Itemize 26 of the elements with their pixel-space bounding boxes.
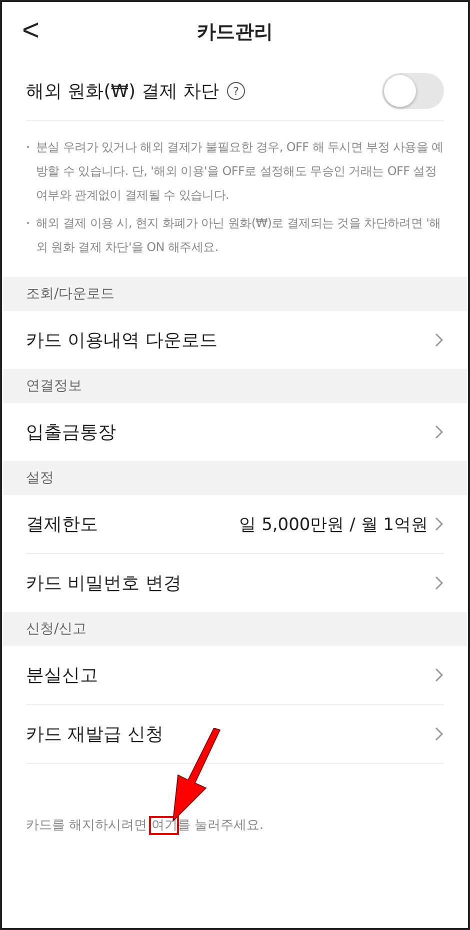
menu-item-label[interactable]: 결제한도 xyxy=(26,512,98,536)
toggle-label: 해외 원화(₩) 결제 차단 xyxy=(26,80,220,103)
chevron-right-icon xyxy=(434,424,444,440)
section-header: 신청/신고 xyxy=(2,612,468,646)
menu-item-label[interactable]: 분실신고 xyxy=(26,663,98,687)
menu-item-label[interactable]: 카드 비밀번호 변경 xyxy=(26,571,182,595)
section-header: 설정 xyxy=(2,461,468,495)
toggle-switch[interactable] xyxy=(382,73,444,109)
chevron-right-icon xyxy=(434,332,444,348)
page-title: 카드관리 xyxy=(197,20,273,45)
section-header: 조회/다운로드 xyxy=(2,277,468,311)
chevron-right-icon xyxy=(434,726,444,742)
footer-text: 카드를 해지하시려면 여기 를 눌러주세요. xyxy=(26,817,265,834)
back-button[interactable]: < xyxy=(16,16,46,46)
chevron-right-icon xyxy=(434,516,444,532)
note-text: 해외 결제 이용 시, 현지 화폐가 아닌 원화(₩)로 결제되는 것을 차단하려면 '해외 원화 결제 차단'을 ON 해주세요. xyxy=(26,211,444,259)
section-header: 연결정보 xyxy=(2,369,468,403)
menu-item-value: 일 5,000만원 / 월 1억원 xyxy=(239,514,428,536)
chevron-right-icon xyxy=(434,575,444,591)
here-link[interactable]: 여기 xyxy=(151,818,178,833)
help-icon[interactable]: ? xyxy=(227,82,246,100)
note-text: 분실 우려가 있거나 해외 결제가 불필요한 경우, OFF 해 두시면 부정 사용을 예방할 수 있습니다. 단, '해외 이용'을 OFF로 설정해도 무승인 거래는 OFF 설정 여부와 관계없이 결제될 수 있습니다. xyxy=(26,135,444,207)
chevron-right-icon xyxy=(434,667,444,683)
menu-item-label[interactable]: 카드 재발급 신청 xyxy=(26,722,164,746)
menu-item-label[interactable]: 카드 이용내역 다운로드 xyxy=(26,328,218,352)
menu-item-label[interactable]: 입출금통장 xyxy=(26,420,116,444)
